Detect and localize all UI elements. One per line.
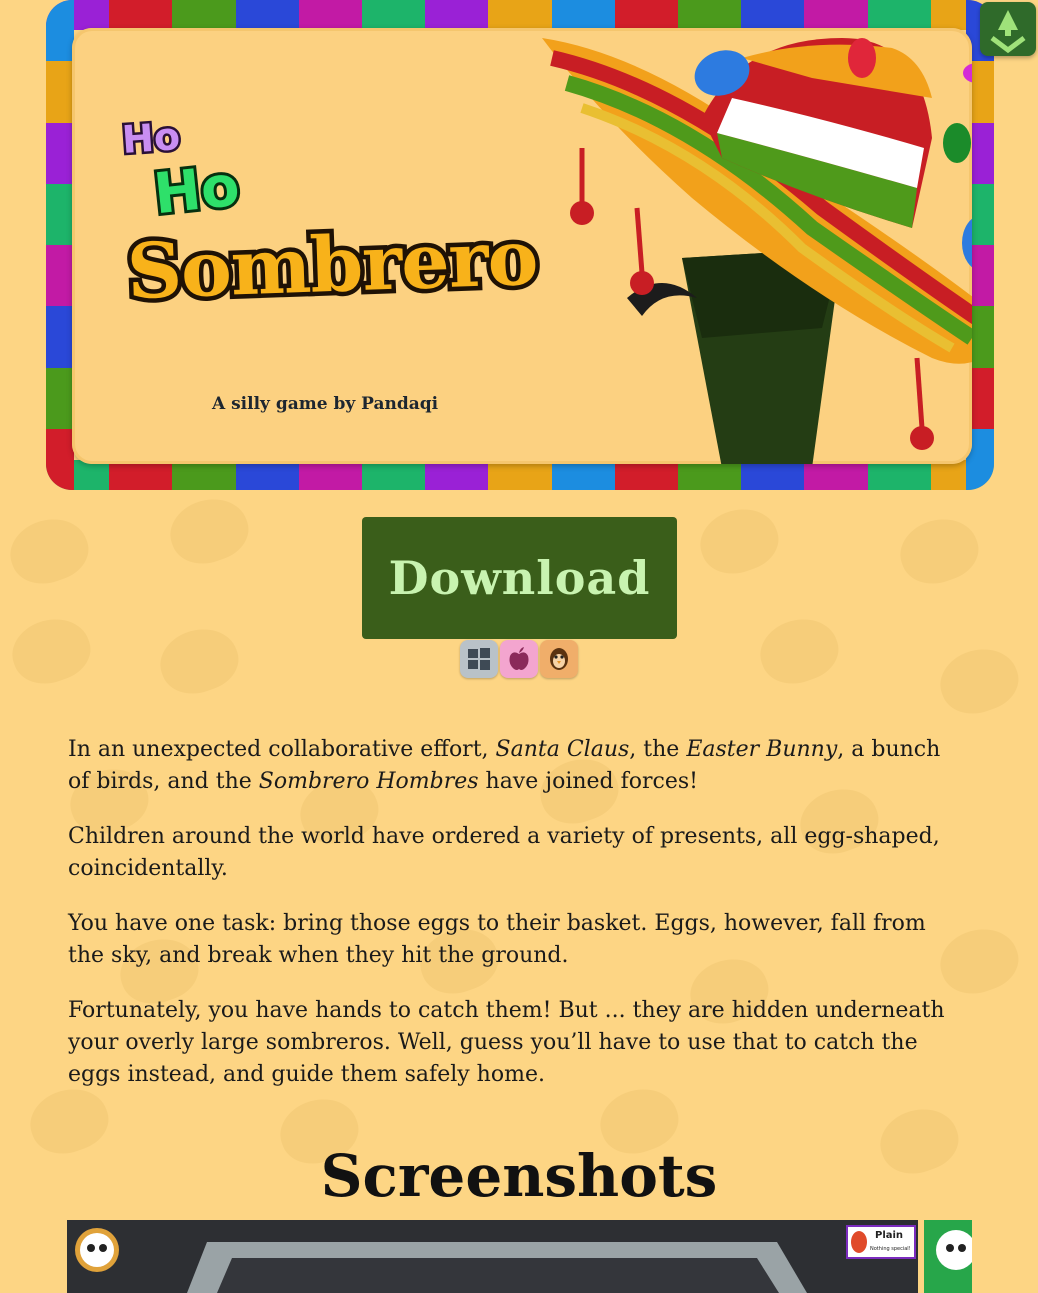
apple-icon[interactable] (500, 640, 538, 678)
sombrero-character-illustration (542, 38, 972, 464)
platform-list (460, 640, 578, 678)
banner-border-top (46, 0, 994, 30)
download-button[interactable]: Download (362, 517, 677, 639)
scroll-down-icon[interactable] (980, 2, 1036, 56)
tagline: A silly game by Pandaqi (212, 394, 439, 414)
linux-icon[interactable] (540, 640, 578, 678)
title-ho-large: Ho (148, 151, 246, 231)
intro-paragraph-3: You have one task: bring those eggs to t… (68, 911, 926, 968)
screenshots-heading: Screenshots (320, 1142, 718, 1210)
banner-artwork: Ho Ho Sombrero A silly game by Pandaqi (72, 28, 972, 464)
intro-paragraph-4: Fortunately, you have hands to catch the… (68, 998, 945, 1087)
intro-paragraph-1: In an unexpected collaborative effort, S… (68, 737, 941, 794)
mode-badge-title: Plain (875, 1230, 903, 1241)
screenshot-carousel[interactable]: Plain Nothing special! (67, 1220, 972, 1293)
banner-border-bottom (46, 460, 994, 490)
mode-badge-subtitle: Nothing special! (870, 1246, 911, 1252)
game-title: Sombrero (121, 208, 543, 320)
screenshot-1[interactable]: Plain Nothing special! (67, 1220, 918, 1293)
game-description: In an unexpected collaborative effort, S… (68, 734, 968, 1114)
banner-border-left (46, 0, 74, 490)
windows-icon[interactable] (460, 640, 498, 678)
intro-paragraph-2: Children around the world have ordered a… (68, 824, 940, 881)
screenshot-2-preview[interactable] (924, 1220, 972, 1293)
title-ho-small: Ho (118, 112, 184, 165)
header-banner: Ho Ho Sombrero A silly game by Pandaqi (46, 0, 994, 490)
